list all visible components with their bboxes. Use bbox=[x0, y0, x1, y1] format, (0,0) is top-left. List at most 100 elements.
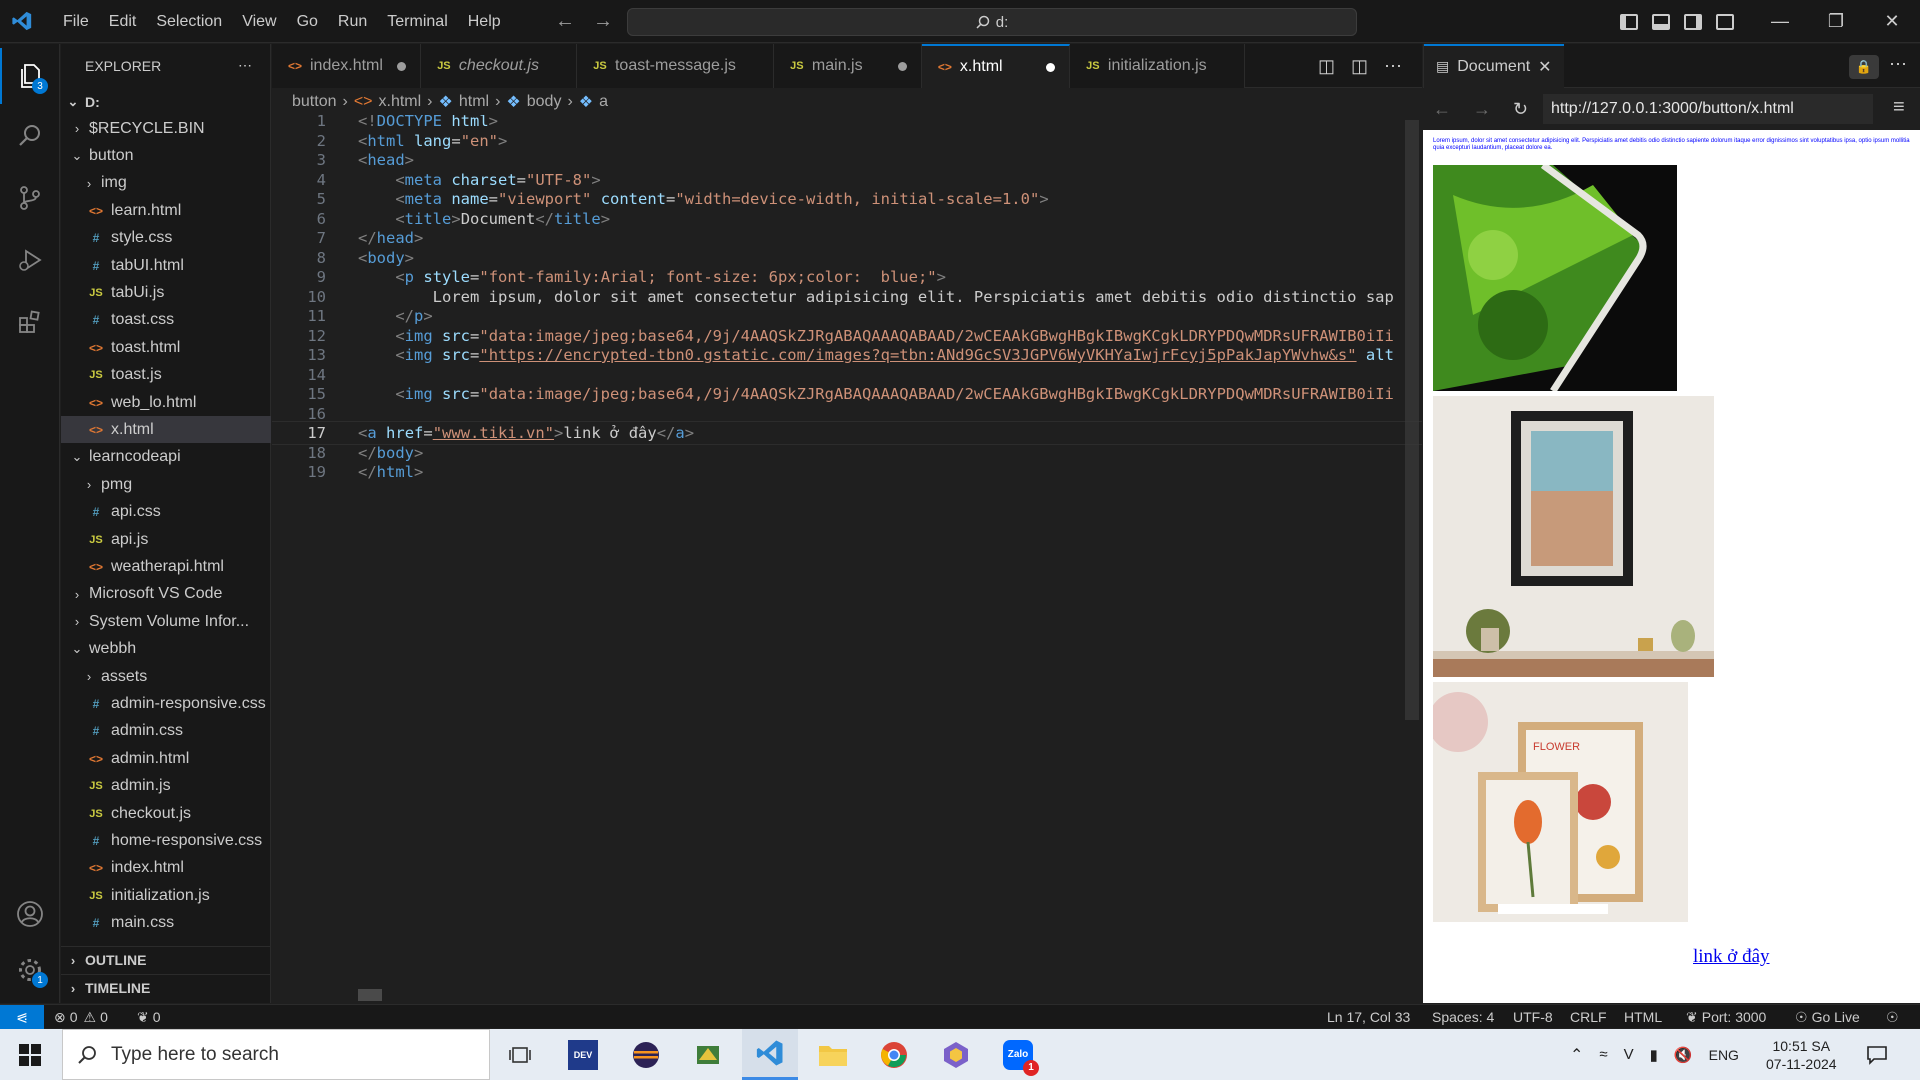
app-icon[interactable] bbox=[680, 1029, 736, 1080]
menu-terminal[interactable]: Terminal bbox=[377, 0, 457, 43]
menu-selection[interactable]: Selection bbox=[146, 0, 232, 43]
menu-run[interactable]: Run bbox=[328, 0, 377, 43]
volume-mute-icon[interactable]: 🔇 bbox=[1674, 1046, 1693, 1064]
wifi-icon[interactable]: ≈ bbox=[1599, 1046, 1607, 1063]
problems-status[interactable]: ⊗ 0 ⚠ 0 bbox=[54, 1005, 108, 1029]
editor-tab[interactable]: <> index.html bbox=[272, 44, 421, 88]
outline-section[interactable]: › OUTLINE bbox=[61, 946, 271, 973]
lock-icon[interactable]: 🔒 bbox=[1849, 55, 1879, 79]
file-item[interactable]: <> learn.html bbox=[61, 197, 271, 224]
back-arrow-icon[interactable]: ← bbox=[555, 10, 575, 33]
folder-item[interactable]: › pmg bbox=[61, 471, 271, 498]
input-language[interactable]: ENG bbox=[1709, 1047, 1739, 1063]
horizontal-scrollbar[interactable] bbox=[358, 989, 382, 1001]
file-item[interactable]: # style.css bbox=[61, 225, 271, 252]
menu-icon[interactable]: ≡ bbox=[1893, 96, 1905, 119]
run-debug-activity[interactable] bbox=[0, 232, 60, 288]
zalo-app-icon[interactable]: Zalo 1 bbox=[990, 1029, 1046, 1080]
split-editor-icon[interactable]: ◫ bbox=[1351, 56, 1368, 77]
file-item[interactable]: <> toast.html bbox=[61, 334, 271, 361]
breadcrumb-folder[interactable]: button bbox=[292, 93, 336, 111]
accounts-activity[interactable] bbox=[0, 886, 60, 942]
toggle-primary-sidebar-icon[interactable] bbox=[1620, 13, 1638, 30]
line-ending[interactable]: CRLF bbox=[1570, 1005, 1607, 1029]
preview-url-field[interactable]: http://127.0.0.1:3000/button/x.html bbox=[1543, 94, 1873, 124]
forward-arrow-icon[interactable]: → bbox=[1473, 99, 1491, 120]
open-preview-icon[interactable]: ◫ bbox=[1318, 56, 1335, 77]
language-mode[interactable]: HTML bbox=[1624, 1005, 1662, 1029]
editor-tab[interactable]: JS checkout.js bbox=[420, 44, 577, 88]
source-control-activity[interactable] bbox=[0, 170, 60, 226]
notifications-icon[interactable]: ☉ bbox=[1886, 1005, 1899, 1029]
restore-icon[interactable]: ❐ bbox=[1808, 0, 1864, 43]
unsaved-dot-icon[interactable] bbox=[1045, 62, 1055, 72]
eclipse-app-icon[interactable] bbox=[618, 1029, 674, 1080]
editor-tab[interactable]: JS toast-message.js bbox=[576, 44, 774, 88]
breadcrumb-a[interactable]: a bbox=[599, 93, 608, 111]
customize-layout-icon[interactable] bbox=[1716, 13, 1734, 30]
windows-start-icon[interactable] bbox=[2, 1029, 58, 1080]
file-item[interactable]: <> admin.html bbox=[61, 745, 271, 772]
back-arrow-icon[interactable]: ← bbox=[1433, 99, 1451, 120]
command-center[interactable]: d: bbox=[627, 8, 1357, 36]
taskbar-search[interactable]: Type here to search bbox=[62, 1029, 490, 1080]
chrome-app-icon[interactable] bbox=[866, 1029, 922, 1080]
close-window-icon[interactable]: ✕ bbox=[1864, 0, 1920, 43]
clock[interactable]: 10:51 SA 07-11-2024 bbox=[1766, 1029, 1837, 1080]
search-activity[interactable] bbox=[0, 108, 60, 164]
cursor-position[interactable]: Ln 17, Col 33 bbox=[1327, 1005, 1410, 1029]
folder-item[interactable]: › $RECYCLE.BIN bbox=[61, 115, 271, 142]
folder-item[interactable]: ⌄ learncodeapi bbox=[61, 444, 271, 471]
editor-tab[interactable]: <> x.html bbox=[921, 44, 1070, 88]
timeline-section[interactable]: › TIMELINE bbox=[61, 974, 271, 1001]
forward-arrow-icon[interactable]: → bbox=[593, 10, 613, 33]
code-editor[interactable]: 1 <!DOCTYPE html> 2 <html lang="en"> 3 <head>… bbox=[272, 115, 1422, 1003]
folder-item[interactable]: ⌄ button bbox=[61, 142, 271, 169]
devc-app-icon[interactable]: DEV bbox=[555, 1029, 611, 1080]
go-live-button[interactable]: ☉ Go Live bbox=[1795, 1005, 1860, 1029]
file-item[interactable]: JS toast.js bbox=[61, 362, 271, 389]
close-icon[interactable]: ✕ bbox=[1538, 57, 1551, 77]
breadcrumb-file[interactable]: x.html bbox=[379, 93, 422, 111]
remote-indicator-icon[interactable]: ⪗ bbox=[0, 1005, 44, 1029]
menu-go[interactable]: Go bbox=[287, 0, 328, 43]
more-actions-icon[interactable]: ⋯ bbox=[1384, 56, 1402, 77]
indentation[interactable]: Spaces: 4 bbox=[1432, 1005, 1494, 1029]
file-item[interactable]: JS admin.js bbox=[61, 773, 271, 800]
menu-help[interactable]: Help bbox=[458, 0, 511, 43]
file-item[interactable]: # api.css bbox=[61, 499, 271, 526]
file-item[interactable]: JS checkout.js bbox=[61, 800, 271, 827]
ports-status[interactable]: ❦ 0 bbox=[137, 1005, 161, 1029]
file-item[interactable]: # tabUI.html bbox=[61, 252, 271, 279]
preview-tab[interactable]: ▤ Document ✕ bbox=[1424, 43, 1564, 88]
file-item[interactable]: # toast.css bbox=[61, 307, 271, 334]
vpn-icon[interactable]: V bbox=[1624, 1046, 1634, 1063]
file-item[interactable]: <> web_lo.html bbox=[61, 389, 271, 416]
file-explorer-icon[interactable] bbox=[805, 1029, 861, 1080]
live-server-port[interactable]: ❦ Port: 3000 bbox=[1686, 1005, 1766, 1029]
file-item[interactable]: JS tabUi.js bbox=[61, 279, 271, 306]
preview-link[interactable]: link ở đây bbox=[1693, 946, 1770, 968]
hexagon-app-icon[interactable] bbox=[928, 1029, 984, 1080]
file-item[interactable]: JS api.js bbox=[61, 526, 271, 553]
unsaved-dot-icon[interactable] bbox=[897, 61, 907, 71]
toggle-secondary-sidebar-icon[interactable] bbox=[1684, 13, 1702, 30]
menu-file[interactable]: File bbox=[53, 0, 99, 43]
editor-tab[interactable]: JS initialization.js bbox=[1069, 44, 1245, 88]
file-item[interactable]: <> index.html bbox=[61, 855, 271, 882]
folder-item[interactable]: › img bbox=[61, 170, 271, 197]
breadcrumb-html[interactable]: html bbox=[459, 93, 489, 111]
vertical-scrollbar[interactable] bbox=[1405, 120, 1419, 720]
settings-activity[interactable]: 1 bbox=[0, 942, 60, 998]
menu-edit[interactable]: Edit bbox=[99, 0, 147, 43]
file-item[interactable]: JS initialization.js bbox=[61, 882, 271, 909]
file-item[interactable]: # admin-responsive.css bbox=[61, 690, 271, 717]
notification-center-icon[interactable] bbox=[1866, 1029, 1888, 1080]
file-item[interactable]: # main.css bbox=[61, 910, 271, 937]
folder-item[interactable]: › System Volume Infor... bbox=[61, 608, 271, 635]
unsaved-dot-icon[interactable] bbox=[396, 61, 406, 71]
extensions-activity[interactable] bbox=[0, 294, 60, 350]
more-actions-icon[interactable]: ⋯ bbox=[1889, 54, 1907, 75]
folder-item[interactable]: › Microsoft VS Code bbox=[61, 581, 271, 608]
chevron-up-icon[interactable]: ⌃ bbox=[1570, 1045, 1583, 1065]
